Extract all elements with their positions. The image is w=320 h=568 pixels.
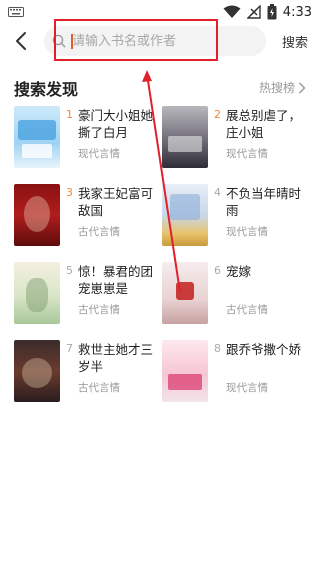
annotation-highlight-box xyxy=(54,19,218,61)
book-title: 惊！暴君的团宠崽崽是 xyxy=(78,264,154,296)
book-category: 古代言情 xyxy=(78,304,120,316)
book-item[interactable]: 3 我家王妃富可敌国 古代言情 xyxy=(14,184,160,250)
search-button[interactable]: 搜索 xyxy=(282,32,308,51)
book-rank: 5 xyxy=(66,264,73,277)
book-cover xyxy=(162,262,208,324)
signal-icon xyxy=(246,5,261,19)
book-rank: 6 xyxy=(214,264,221,277)
book-category: 古代言情 xyxy=(78,226,120,238)
book-category: 现代言情 xyxy=(226,382,268,394)
book-cover xyxy=(14,184,60,246)
book-item[interactable]: 8 跟乔爷撒个娇 现代言情 xyxy=(162,340,308,406)
book-title: 豪门大小姐她撕了白月 xyxy=(78,108,154,140)
book-rank: 7 xyxy=(66,342,73,355)
book-title: 我家王妃富可敌国 xyxy=(78,186,154,218)
book-cover xyxy=(14,262,60,324)
book-cover xyxy=(162,184,208,246)
book-cover xyxy=(162,106,208,168)
book-cover xyxy=(14,106,60,168)
book-item[interactable]: 6 宠嫁 古代言情 xyxy=(162,262,308,328)
hot-search-label: 热搜榜 xyxy=(258,81,295,95)
section-title: 搜索发现 xyxy=(14,80,79,99)
book-item[interactable]: 1 豪门大小姐她撕了白月 现代言情 xyxy=(14,106,160,172)
book-rank: 2 xyxy=(214,108,221,121)
hot-search-link[interactable]: 热搜榜 xyxy=(259,79,306,96)
book-rank: 1 xyxy=(66,108,73,121)
chevron-right-icon xyxy=(299,82,306,93)
book-item[interactable]: 4 不负当年晴时雨 现代言情 xyxy=(162,184,308,250)
book-title: 宠嫁 xyxy=(226,264,252,279)
book-rank: 8 xyxy=(214,342,221,355)
book-title: 跟乔爷撒个娇 xyxy=(226,342,302,357)
book-item[interactable]: 5 惊！暴君的团宠崽崽是 古代言情 xyxy=(14,262,160,328)
book-category: 现代言情 xyxy=(226,226,268,238)
book-rank: 3 xyxy=(66,186,73,199)
battery-icon xyxy=(267,4,277,20)
book-cover xyxy=(162,340,208,402)
book-title: 救世主她才三岁半 xyxy=(78,342,154,374)
book-category: 现代言情 xyxy=(226,148,268,160)
book-item[interactable]: 7 救世主她才三岁半 古代言情 xyxy=(14,340,160,406)
book-category: 现代言情 xyxy=(78,148,120,160)
back-arrow-icon[interactable] xyxy=(12,30,32,52)
keyboard-icon xyxy=(8,7,24,17)
book-rank: 4 xyxy=(214,186,221,199)
book-cover xyxy=(14,340,60,402)
book-category: 古代言情 xyxy=(226,304,268,316)
wifi-icon xyxy=(223,5,241,18)
book-item[interactable]: 2 展总别虐了，庄小姐 现代言情 xyxy=(162,106,308,172)
book-category: 古代言情 xyxy=(78,382,120,394)
book-title: 不负当年晴时雨 xyxy=(226,186,302,218)
status-time: 4:33 xyxy=(282,4,312,20)
book-title: 展总别虐了，庄小姐 xyxy=(226,108,302,140)
